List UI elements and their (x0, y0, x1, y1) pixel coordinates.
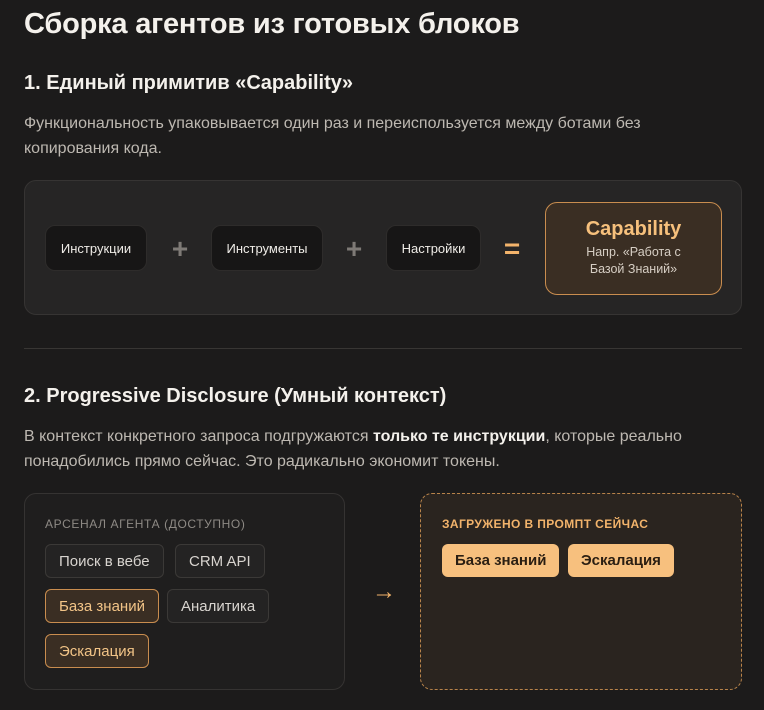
loaded-chip-escalation[interactable]: Эскалация (568, 544, 674, 577)
section-divider (24, 348, 742, 349)
capability-result-card: Capability Напр. «Работа с Базой Знаний» (545, 202, 722, 295)
capability-formula: Инструкции + Инструменты + Настройки = C… (24, 180, 742, 315)
plus-sign: + (345, 233, 363, 264)
tool-chip-escalation[interactable]: Эскалация (45, 634, 149, 668)
arrow-right-icon: → (372, 578, 396, 605)
part-settings: Настройки (386, 225, 481, 271)
capability-result-example: Напр. «Работа с Базой Знаний» (586, 245, 681, 276)
loaded-chip-knowledge-base[interactable]: База знаний (442, 544, 560, 577)
section1-title: 1. Единый примитив «Capability» (24, 72, 354, 94)
equals-sign: = (503, 233, 521, 264)
page: Сборка агентов из готовых блоков 1. Един… (0, 0, 764, 710)
tool-chip-crm-api[interactable]: CRM API (175, 544, 265, 578)
section2-description: В контекст конкретного запроса подгружаю… (24, 424, 724, 474)
agent-arsenal-panel: АРСЕНАЛ АГЕНТА (ДОСТУПНО) Поиск в вебе C… (24, 493, 345, 690)
section2-title: 2. Progressive Disclosure (Умный контекс… (24, 385, 447, 407)
loaded-in-prompt-panel: ЗАГРУЖЕНО В ПРОМПТ СЕЙЧАС База знаний Эс… (420, 493, 742, 690)
tool-chip-analytics[interactable]: Аналитика (167, 589, 270, 623)
part-tools: Инструменты (211, 225, 323, 271)
tool-chip-web-search[interactable]: Поиск в вебе (45, 544, 164, 578)
tool-chip-knowledge-base[interactable]: База знаний (45, 589, 159, 623)
plus-sign: + (171, 233, 189, 264)
page-title: Сборка агентов из готовых блоков (24, 8, 520, 40)
part-instructions: Инструкции (45, 225, 147, 271)
loaded-label: ЗАГРУЖЕНО В ПРОМПТ СЕЙЧАС (442, 517, 649, 531)
description-text: В контекст конкретного запроса подгружаю… (24, 428, 373, 445)
section1-description: Функциональность упаковывается один раз … (24, 115, 641, 157)
description-bold: только те инструкции (372, 428, 546, 445)
arsenal-label: АРСЕНАЛ АГЕНТА (ДОСТУПНО) (45, 517, 246, 531)
capability-result-title: Capability (585, 218, 682, 240)
